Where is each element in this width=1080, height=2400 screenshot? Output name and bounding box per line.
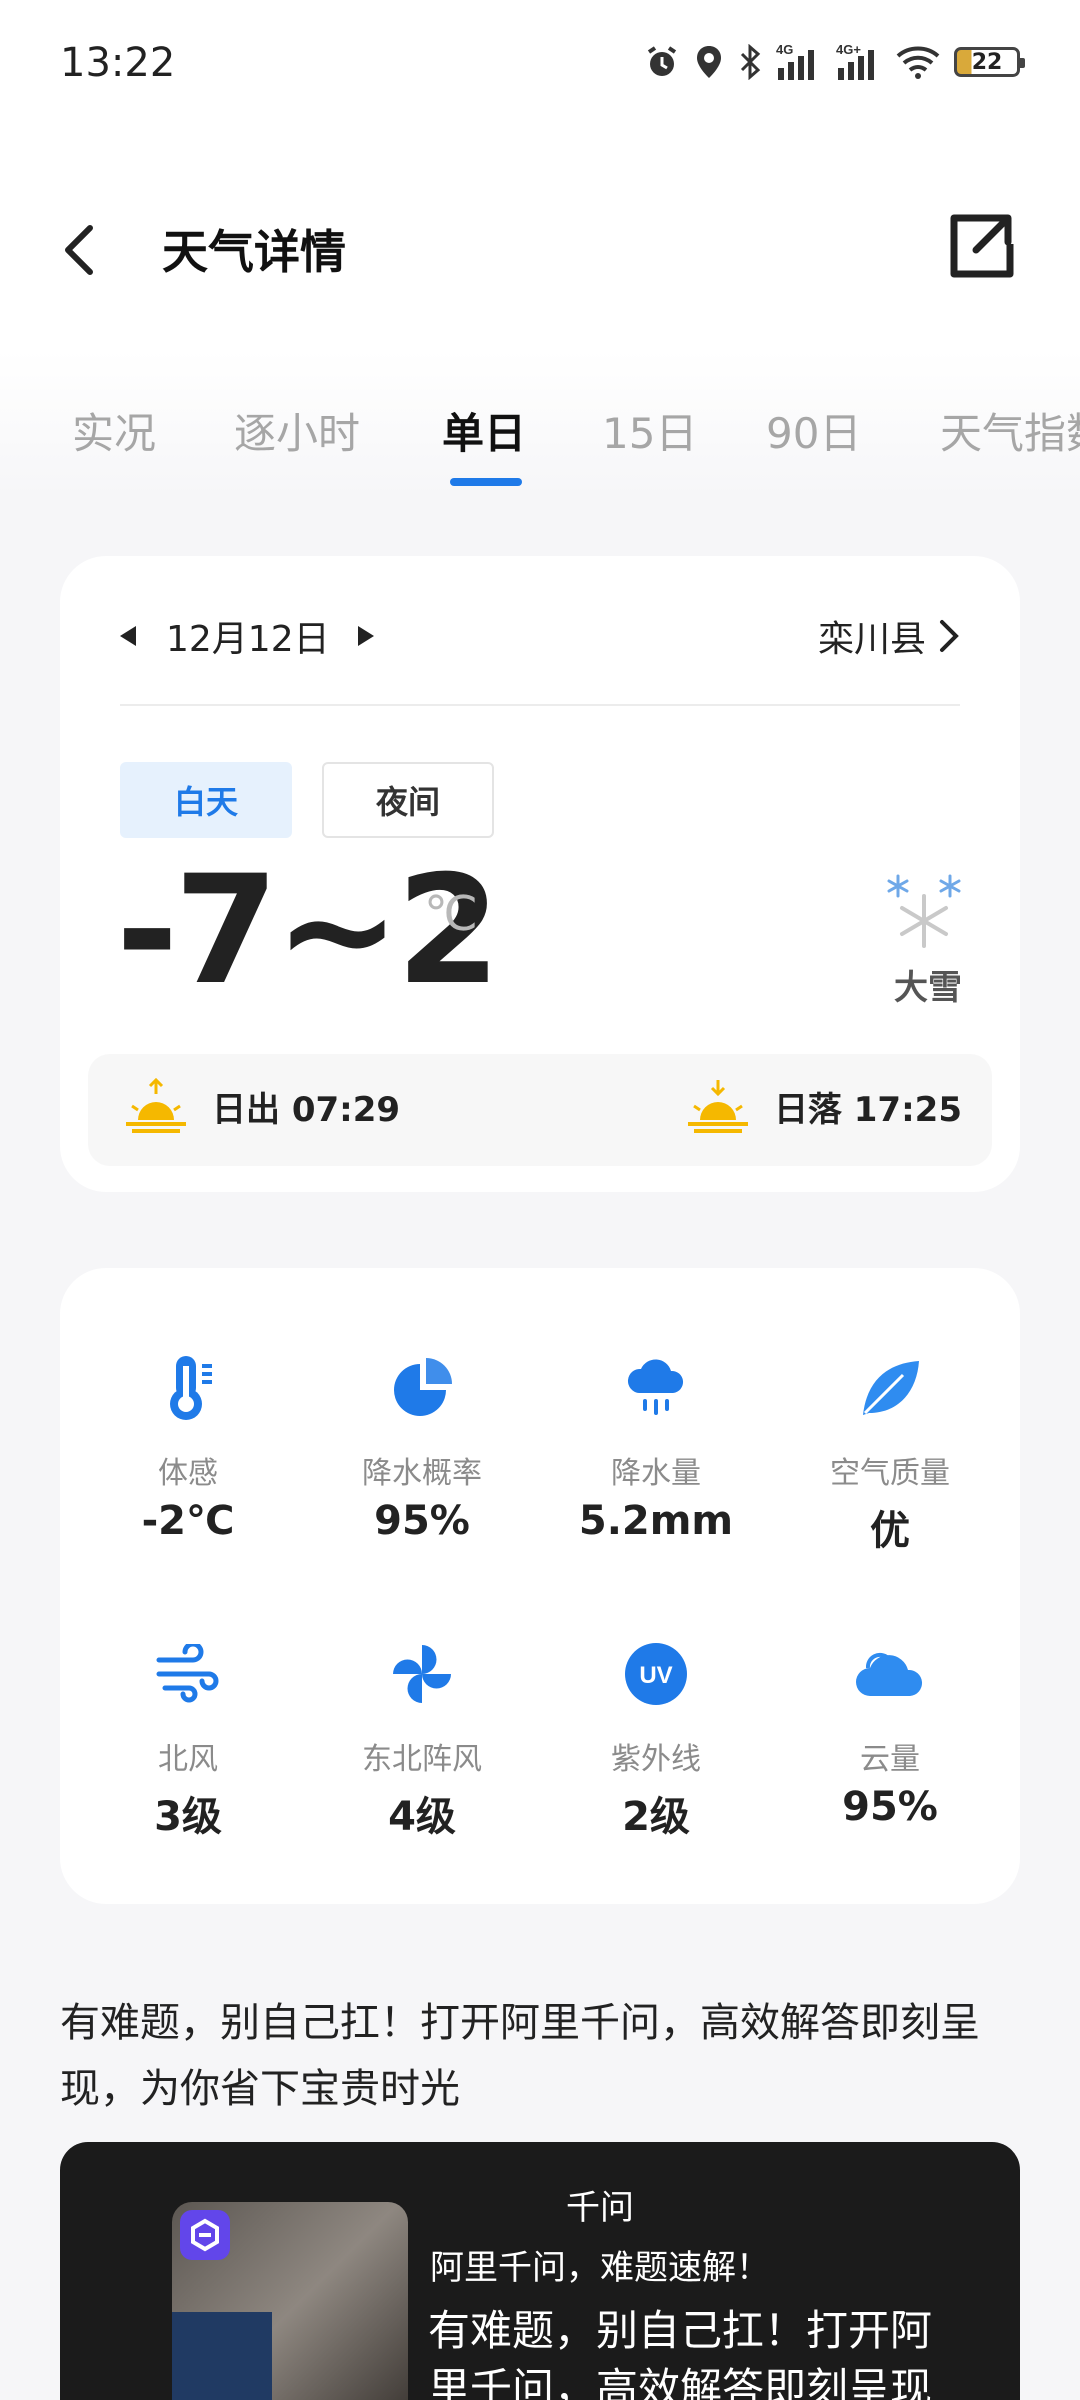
chevron-right-icon xyxy=(940,620,959,652)
pie-icon xyxy=(382,1348,462,1428)
promo-subtitle: 阿里千问，难题速解！ xyxy=(430,2248,770,2288)
date-text: 12月12日 xyxy=(166,619,330,660)
alarm-icon xyxy=(644,44,680,80)
metric-precip-probability: 降水概率 95% xyxy=(322,1348,522,1544)
metric-value: 95% xyxy=(374,1498,470,1544)
metric-air-quality: 空气质量 优 xyxy=(790,1348,990,1556)
sunrise-time: 日出 07:29 xyxy=(212,1089,401,1130)
share-button[interactable] xyxy=(940,206,1020,286)
svg-text:4G: 4G xyxy=(776,42,793,57)
cloud-icon xyxy=(850,1634,930,1714)
promo-card[interactable]: 千问 阿里千问，难题速解！ 有难题，别自己扛！打开阿里千问，高效解答即刻呈现 xyxy=(60,2142,1020,2400)
metric-label: 体感 xyxy=(158,1456,218,1491)
promo-headline: 有难题，别自己扛！打开阿里千问，高效解答即刻呈现 xyxy=(428,2306,933,2400)
tab-hourly[interactable]: 逐小时 xyxy=(234,400,360,461)
promo-text[interactable]: 有难题，别自己扛！打开阿里千问，高效解答即刻呈现，为你省下宝贵时光 xyxy=(60,1990,1020,2122)
signal-4g-plus-icon: 4G+ xyxy=(836,42,882,82)
wifi-icon xyxy=(896,44,940,80)
sun-times: 日出 07:29 日落 17:25 xyxy=(88,1054,992,1166)
metric-uv: UV 紫外线 2级 xyxy=(556,1634,756,1842)
metric-wind: 北风 3级 xyxy=(88,1634,288,1842)
metric-label: 空气质量 xyxy=(830,1456,950,1491)
night-toggle[interactable]: 夜间 xyxy=(322,762,494,838)
status-bar: 13:22 4G 4G+ 22 xyxy=(0,0,1080,130)
signal-4g-icon: 4G xyxy=(776,42,822,82)
metric-value: 5.2mm xyxy=(578,1498,734,1544)
temperature-unit: ℃ xyxy=(424,886,478,942)
wind-icon xyxy=(148,1634,228,1714)
tab-single-day[interactable]: 单日 xyxy=(442,400,526,461)
location-icon xyxy=(694,44,724,80)
status-icons: 4G 4G+ 22 xyxy=(644,42,1025,82)
promo-app-name: 千问 xyxy=(566,2188,634,2228)
day-forecast-card: 12月12日 栾川县 白天 夜间 -7~2 ℃ 大雪 日出 07:29 日落 1… xyxy=(60,556,1020,1192)
thermometer-icon xyxy=(148,1348,228,1428)
metric-value: -2℃ xyxy=(141,1498,235,1544)
promo-thumbnail xyxy=(172,2202,408,2400)
metric-cloud-cover: 云量 95% xyxy=(790,1634,990,1830)
metric-label: 云量 xyxy=(860,1742,920,1777)
status-time: 13:22 xyxy=(60,40,176,86)
metric-value: 优 xyxy=(870,1508,910,1554)
date-selector: 12月12日 栾川县 xyxy=(120,606,960,666)
next-day-icon[interactable] xyxy=(357,626,374,646)
bluetooth-icon xyxy=(738,44,762,80)
rain-cloud-icon xyxy=(616,1348,696,1428)
tab-90-day[interactable]: 90日 xyxy=(766,400,861,461)
metric-value: 3级 xyxy=(154,1794,222,1840)
metric-feels-like: 体感 -2℃ xyxy=(88,1348,288,1544)
back-button[interactable] xyxy=(58,210,118,290)
metric-gust: 东北阵风 4级 xyxy=(322,1634,522,1842)
metric-value: 95% xyxy=(842,1784,938,1830)
chevron-left-icon xyxy=(65,225,93,275)
metric-value: 4级 xyxy=(388,1794,456,1840)
metric-label: 降水量 xyxy=(611,1456,701,1491)
weather-metrics-card: 体感 -2℃ 降水概率 95% 降水量 5.2mm 空气质量 优 北风 3级 东… xyxy=(60,1268,1020,1904)
metric-label: 东北阵风 xyxy=(362,1742,482,1777)
uv-icon: UV xyxy=(616,1634,696,1714)
tab-15-day[interactable]: 15日 xyxy=(602,400,697,461)
svg-text:UV: UV xyxy=(639,1662,672,1689)
leaf-icon xyxy=(850,1348,930,1428)
active-tab-indicator xyxy=(450,478,522,486)
location-name: 栾川县 xyxy=(817,619,926,660)
metric-precipitation: 降水量 5.2mm xyxy=(556,1348,756,1544)
tab-weather-index[interactable]: 天气指数 xyxy=(940,400,1080,461)
divider xyxy=(120,704,960,706)
sunset-time: 日落 17:25 xyxy=(773,1089,962,1130)
header: 天气详情 xyxy=(0,130,1080,350)
external-link-icon xyxy=(950,214,1014,278)
page-title: 天气详情 xyxy=(162,225,346,279)
app-logo-icon xyxy=(180,2210,230,2260)
location-selector[interactable]: 栾川县 xyxy=(818,606,960,666)
previous-day-icon[interactable] xyxy=(120,626,136,646)
sunset-icon xyxy=(687,1080,748,1133)
day-toggle[interactable]: 白天 xyxy=(120,762,292,838)
pinwheel-icon xyxy=(382,1634,462,1714)
sunrise-icon xyxy=(126,1077,186,1133)
battery-icon: 22 xyxy=(954,47,1025,77)
tab-bar: 实况 逐小时 单日 15日 90日 天气指数 xyxy=(0,350,1080,500)
metric-label: 降水概率 xyxy=(362,1456,482,1491)
svg-text:4G+: 4G+ xyxy=(836,42,861,57)
metric-label: 北风 xyxy=(158,1742,218,1777)
metric-label: 紫外线 xyxy=(611,1742,701,1777)
sunset: 日落 17:25 xyxy=(686,1076,962,1136)
sunrise: 日出 07:29 xyxy=(124,1076,400,1136)
monitor-image xyxy=(172,2312,272,2400)
metric-value: 2级 xyxy=(622,1794,690,1840)
weather-condition: 大雪 xyxy=(894,968,962,1008)
tab-realtime[interactable]: 实况 xyxy=(72,400,156,461)
snow-icon xyxy=(887,874,961,948)
